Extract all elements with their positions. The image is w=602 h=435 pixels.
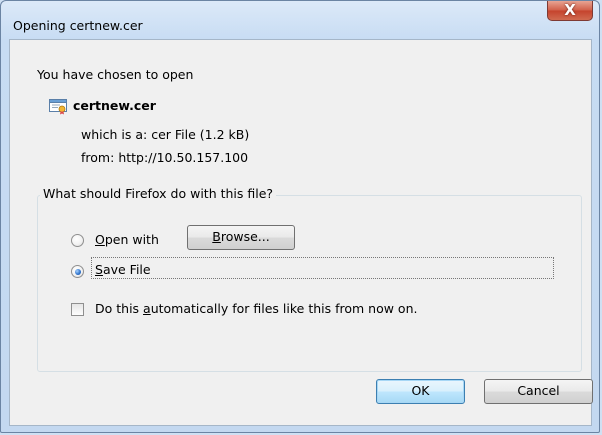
- dialog-body: You have chosen to open certnew.cer whic…: [9, 39, 593, 426]
- file-source-row: from: http://10.50.157.100: [81, 150, 248, 165]
- browse-button[interactable]: Browse...: [187, 225, 295, 250]
- auto-action-checkbox[interactable]: [71, 303, 84, 316]
- open-with-radio[interactable]: [71, 234, 84, 247]
- file-type-row: which is a: cer File (1.2 kB): [81, 127, 249, 142]
- chosen-to-open-label: You have chosen to open: [37, 67, 194, 82]
- window-title: Opening certnew.cer: [13, 18, 143, 33]
- download-dialog-window: Opening certnew.cer X You have chosen to…: [0, 0, 600, 433]
- action-groupbox: [37, 195, 582, 372]
- save-file-label[interactable]: Save File: [95, 262, 151, 277]
- save-file-radio[interactable]: [71, 265, 84, 278]
- close-button[interactable]: X: [547, 1, 593, 21]
- cancel-button[interactable]: Cancel: [484, 379, 593, 404]
- save-file-focus-rect: [91, 257, 554, 279]
- auto-action-label[interactable]: Do this automatically for files like thi…: [95, 301, 417, 316]
- from-label: from:: [81, 150, 115, 165]
- certificate-file-icon: [49, 99, 67, 115]
- ok-button[interactable]: OK: [376, 379, 465, 404]
- open-with-label[interactable]: Open with: [95, 232, 159, 247]
- file-name: certnew.cer: [73, 98, 156, 113]
- action-group-legend: What should Firefox do with this file?: [40, 186, 277, 201]
- close-icon: X: [564, 1, 576, 19]
- file-source-url: http://10.50.157.100: [118, 150, 249, 165]
- title-bar[interactable]: Opening certnew.cer X: [1, 1, 599, 39]
- file-type-value: cer File (1.2 kB): [151, 127, 250, 142]
- which-label: which is a:: [81, 127, 148, 142]
